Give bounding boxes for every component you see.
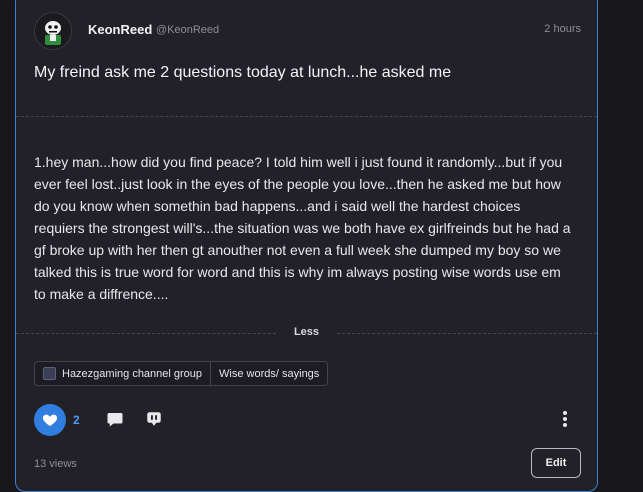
less-button[interactable]: Less bbox=[16, 326, 597, 338]
divider bbox=[16, 116, 597, 117]
post-body: 1.hey man...how did you find peace? I to… bbox=[34, 154, 571, 302]
user-handle: @KeonReed bbox=[156, 24, 220, 36]
avatar[interactable] bbox=[34, 12, 72, 50]
share-icon[interactable] bbox=[145, 410, 163, 428]
username[interactable]: KeonReed bbox=[88, 22, 152, 37]
view-count: 13 views bbox=[34, 458, 77, 470]
post-card: KeonReed @KeonReed 2 hours My freind ask… bbox=[15, 0, 598, 492]
like-count: 2 bbox=[73, 413, 80, 427]
tag-topic[interactable]: Wise words/ sayings bbox=[210, 362, 327, 385]
tag-label: Hazezgaming channel group bbox=[62, 367, 203, 380]
less-toggle-row: Less bbox=[16, 326, 597, 340]
comment-icon[interactable] bbox=[106, 410, 124, 428]
tag-label: Wise words/ sayings bbox=[219, 367, 320, 380]
post-time: 2 hours bbox=[544, 23, 581, 35]
like-button[interactable] bbox=[34, 404, 66, 436]
post-title: My freind ask me 2 questions today at lu… bbox=[34, 64, 452, 81]
heart-icon bbox=[42, 414, 58, 426]
more-vertical-icon[interactable] bbox=[562, 410, 568, 428]
tag-channel-group[interactable]: Hazezgaming channel group bbox=[35, 362, 210, 385]
tag-group: Hazezgaming channel group Wise words/ sa… bbox=[34, 361, 329, 386]
skeleton-avatar-icon bbox=[35, 13, 71, 49]
group-icon bbox=[43, 367, 56, 380]
edit-button[interactable]: Edit bbox=[531, 448, 581, 478]
